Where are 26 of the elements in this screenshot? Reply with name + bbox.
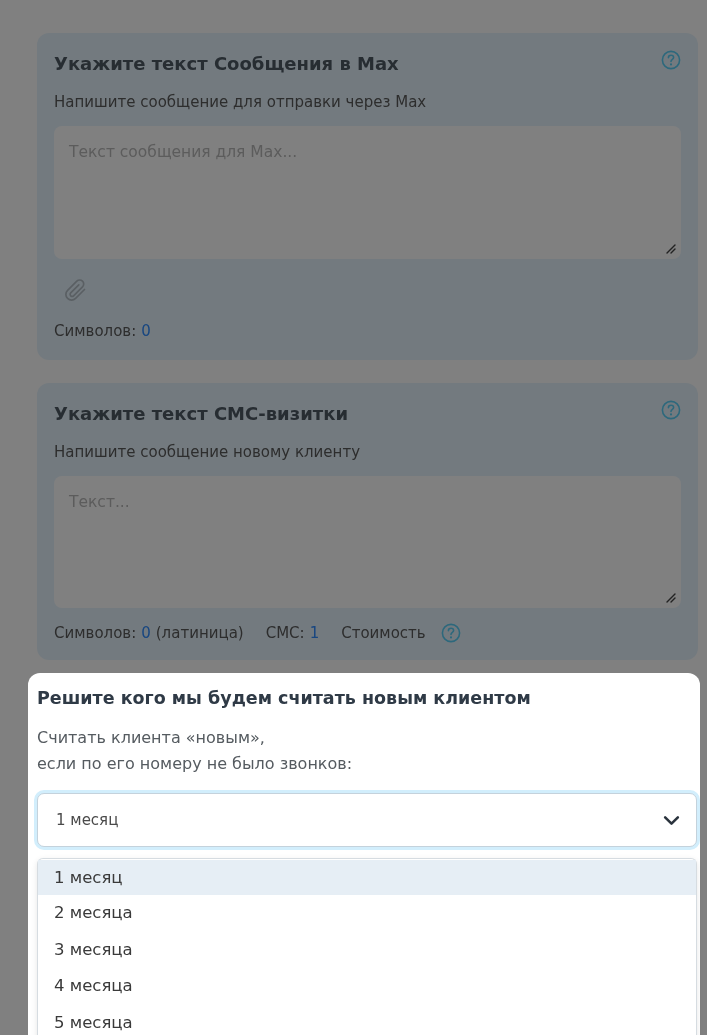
period-select[interactable]: 1 месяц bbox=[37, 793, 697, 847]
resize-handle-icon[interactable] bbox=[666, 244, 676, 254]
counter-note: (латиница) bbox=[155, 623, 244, 643]
dropdown-option[interactable]: 2 месяца bbox=[38, 895, 696, 932]
counter-value: 1 bbox=[309, 623, 320, 643]
help-icon[interactable] bbox=[440, 623, 461, 643]
help-icon[interactable] bbox=[661, 50, 681, 70]
counter-value: 0 bbox=[141, 321, 151, 341]
cost-label: Стоимость bbox=[341, 623, 426, 643]
panel-title: Решите кого мы будем считать новым клиентом bbox=[37, 687, 532, 710]
card-title: Укажите текст СМС-визитки bbox=[54, 402, 349, 426]
card-title: Укажите текст Сообщения в Max bbox=[54, 52, 399, 76]
dropdown-option[interactable]: 3 месяца bbox=[38, 931, 696, 968]
counter-label: СМС: bbox=[265, 623, 305, 643]
counter-label: Символов: bbox=[54, 623, 137, 643]
description-text: Считать клиента «новым», если по его номеру не было звонков: bbox=[37, 727, 354, 775]
chevron-down-icon bbox=[663, 814, 680, 826]
dropdown-option[interactable]: 4 месяца bbox=[38, 968, 696, 1005]
counter-value: 0 bbox=[141, 623, 151, 643]
card-subtitle: Напишите сообщение для отправки через Max bbox=[54, 92, 428, 112]
card-subtitle: Напишите сообщение новому клиенту bbox=[54, 442, 361, 462]
help-icon[interactable] bbox=[661, 400, 681, 420]
resize-handle-icon[interactable] bbox=[666, 593, 676, 603]
dropdown-option[interactable]: 5 месяца bbox=[38, 1004, 696, 1035]
dropdown-option[interactable]: 1 месяц bbox=[38, 860, 696, 895]
counter-label: Символов: bbox=[54, 321, 137, 341]
